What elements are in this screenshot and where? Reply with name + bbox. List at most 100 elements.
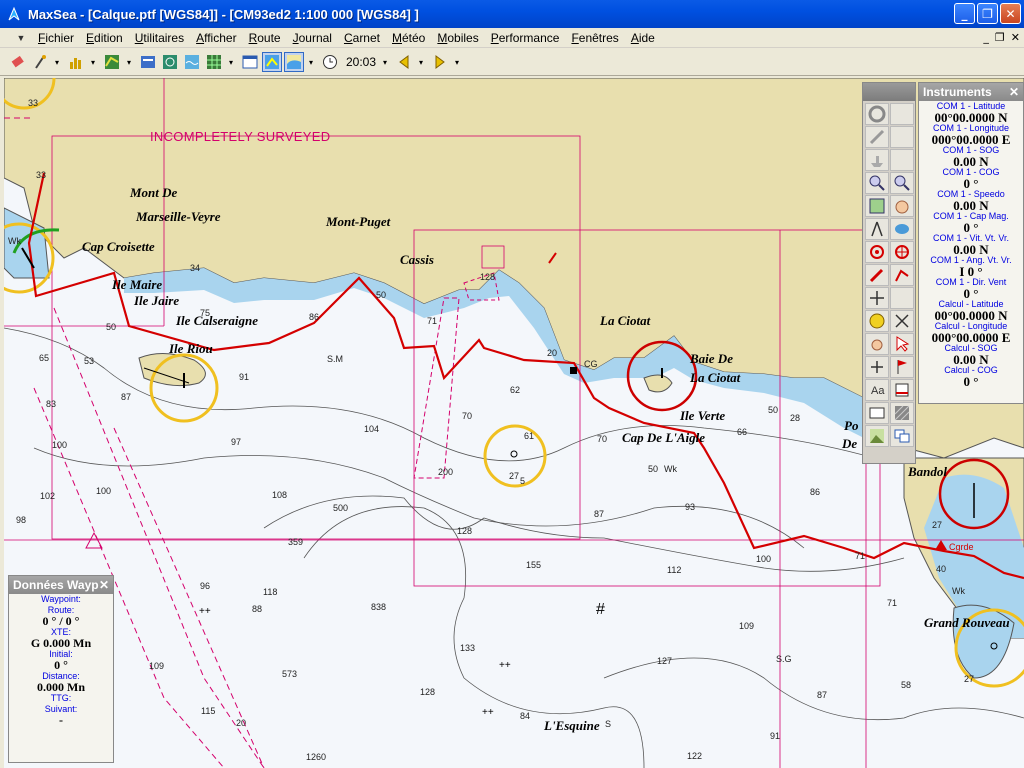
menu-carnet[interactable]: Carnet: [338, 28, 386, 48]
instrument-row[interactable]: Calcul - Latitude 00°00.0000 N: [919, 299, 1023, 322]
maximize-button[interactable]: ❐: [977, 3, 998, 24]
depth-sounding: 133: [460, 643, 476, 653]
map-dropdown[interactable]: ▾: [124, 58, 134, 67]
menu-edition[interactable]: Edition: [80, 28, 129, 48]
eraser-icon[interactable]: [8, 52, 28, 72]
instrument-row[interactable]: COM 1 - Vit. Vt. Vr. 0.00 N: [919, 233, 1023, 256]
instrument-row[interactable]: COM 1 - Ang. Vt. Vr. I 0 °: [919, 255, 1023, 278]
wave-icon[interactable]: [182, 52, 202, 72]
move-icon[interactable]: [865, 287, 889, 309]
layer-icon[interactable]: [138, 52, 158, 72]
waypoint-close-icon[interactable]: ✕: [99, 576, 109, 594]
place-de: De: [842, 436, 858, 451]
radar-icon[interactable]: [160, 52, 180, 72]
blank-tool[interactable]: [890, 126, 914, 148]
step-forward-dropdown[interactable]: ▾: [452, 58, 462, 67]
hand-pointer-icon[interactable]: [865, 333, 889, 355]
flag-icon[interactable]: [890, 356, 914, 378]
xte-row: XTE: G 0.000 Mn: [30, 627, 92, 650]
rectangle-tool-icon[interactable]: [865, 402, 889, 424]
incompletely-surveyed-label: INCOMPLETELY SURVEYED: [150, 129, 331, 144]
route-tool-icon[interactable]: [890, 264, 914, 286]
ruler-icon[interactable]: [865, 126, 889, 148]
step-forward-icon[interactable]: [430, 52, 450, 72]
instrument-row[interactable]: COM 1 - Dir. Vent 0 °: [919, 277, 1023, 300]
time-dropdown[interactable]: ▾: [380, 58, 390, 67]
instrument-row[interactable]: Calcul - COG 0 °: [919, 365, 1023, 388]
ship-icon[interactable]: [865, 149, 889, 171]
depth-sounding: 96: [200, 581, 211, 591]
pan-hand-icon[interactable]: [890, 195, 914, 217]
menu-performance[interactable]: Performance: [485, 28, 566, 48]
instrument-row[interactable]: COM 1 - SOG 0.00 N: [919, 145, 1023, 168]
overlay-dropdown[interactable]: ▾: [306, 58, 316, 67]
minimize-button[interactable]: _: [954, 3, 975, 24]
instruments-header[interactable]: Instruments ✕: [919, 83, 1023, 101]
blank-tool[interactable]: [890, 149, 914, 171]
mdi-restore-button[interactable]: ❐: [995, 28, 1005, 48]
waypoint-target-icon[interactable]: [890, 241, 914, 263]
compass-icon[interactable]: [865, 218, 889, 240]
zoom-out-icon[interactable]: [890, 172, 914, 194]
mdi-close-button[interactable]: ✕: [1011, 28, 1020, 48]
pen-icon[interactable]: [30, 52, 50, 72]
chart-window-icon[interactable]: [240, 52, 260, 72]
menu-journal[interactable]: Journal: [287, 28, 338, 48]
grid-dropdown[interactable]: ▾: [226, 58, 236, 67]
time-display[interactable]: 20:03: [346, 55, 376, 69]
blank-tool[interactable]: [890, 287, 914, 309]
menu-route[interactable]: Route: [243, 28, 287, 48]
add-point-icon[interactable]: [865, 356, 889, 378]
step-back-dropdown[interactable]: ▾: [416, 58, 426, 67]
menu-meteo[interactable]: Météo: [386, 28, 431, 48]
smiley-icon[interactable]: [865, 310, 889, 332]
mdi-minimize-button[interactable]: _: [983, 28, 989, 48]
text-tool-icon[interactable]: Aa: [865, 379, 889, 401]
depth-sounding: 127: [657, 656, 673, 666]
windows-tool-icon[interactable]: [890, 425, 914, 447]
chart-dropdown[interactable]: ▾: [88, 58, 98, 67]
palette-header[interactable]: [863, 83, 915, 101]
scissors-icon[interactable]: [890, 310, 914, 332]
track-icon[interactable]: [262, 52, 282, 72]
instrument-row[interactable]: Calcul - Longitude 000°00.0000 E: [919, 321, 1023, 344]
arrow-cursor-icon[interactable]: [890, 333, 914, 355]
overlay-icon[interactable]: [284, 52, 304, 72]
step-back-icon[interactable]: [394, 52, 414, 72]
instrument-row[interactable]: Calcul - SOG 0.00 N: [919, 343, 1023, 366]
menu-grip-icon[interactable]: ▼: [14, 31, 28, 45]
depth-sounding: 84: [520, 711, 531, 721]
goto-icon[interactable]: [890, 218, 914, 240]
instrument-row[interactable]: COM 1 - COG 0 °: [919, 167, 1023, 190]
image-tool-icon[interactable]: [865, 425, 889, 447]
menu-utilitaires[interactable]: Utilitaires: [129, 28, 190, 48]
grid-icon[interactable]: [204, 52, 224, 72]
close-button[interactable]: ✕: [1000, 3, 1021, 24]
zoom-in-icon[interactable]: [865, 172, 889, 194]
pencil-icon[interactable]: [865, 264, 889, 286]
hatch-tool-icon[interactable]: [890, 402, 914, 424]
depth-sounding: 28: [790, 413, 801, 423]
clock-icon[interactable]: [320, 52, 340, 72]
zoom-area-icon[interactable]: [865, 195, 889, 217]
instrument-row[interactable]: COM 1 - Longitude 000°00.0000 E: [919, 123, 1023, 146]
menu-fichier[interactable]: Fichier: [32, 28, 80, 48]
instruments-close-icon[interactable]: ✕: [1009, 83, 1019, 101]
bar-chart-icon[interactable]: [66, 52, 86, 72]
instrument-row[interactable]: COM 1 - Cap Mag. 0 °: [919, 211, 1023, 234]
target-icon[interactable]: [865, 241, 889, 263]
depth-sounding: S.M: [327, 354, 344, 364]
instrument-row[interactable]: COM 1 - Speedo 0.00 N: [919, 189, 1023, 212]
contour-200: [263, 495, 905, 572]
menu-fenetres[interactable]: Fenêtres: [565, 28, 624, 48]
pen-dropdown[interactable]: ▾: [52, 58, 62, 67]
blank-tool[interactable]: [890, 103, 914, 125]
instrument-row[interactable]: COM 1 - Latitude 00°00.0000 N: [919, 101, 1023, 124]
map-icon[interactable]: [102, 52, 122, 72]
marker-tool-icon[interactable]: [890, 379, 914, 401]
waypoint-header[interactable]: Données Wayp ✕: [9, 576, 113, 594]
menu-mobiles[interactable]: Mobiles: [431, 28, 484, 48]
lifebuoy-icon[interactable]: [865, 103, 889, 125]
menu-aide[interactable]: Aide: [625, 28, 661, 48]
menu-afficher[interactable]: Afficher: [190, 28, 242, 48]
